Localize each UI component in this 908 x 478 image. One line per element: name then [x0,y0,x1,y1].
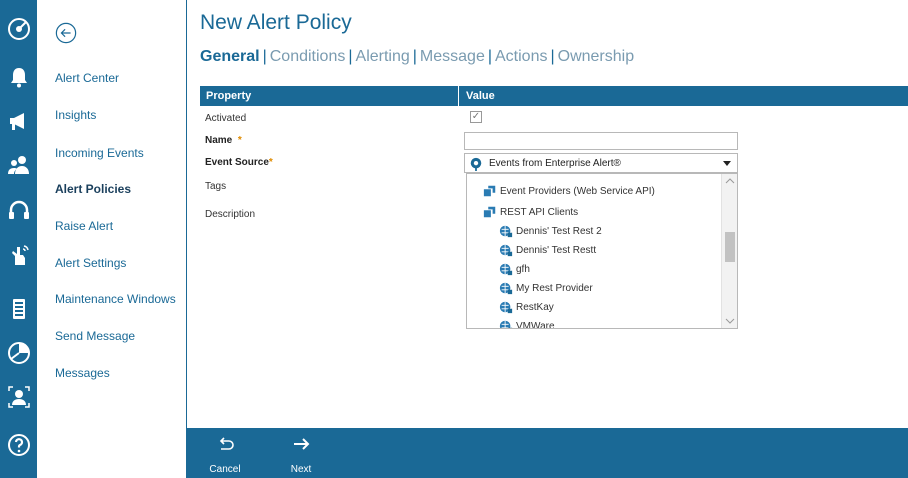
nav-item-alert-center[interactable]: Alert Center [55,71,119,85]
dropdown-item-rest-client[interactable]: VMWare [499,319,555,329]
dropdown-item-event-providers[interactable]: Event Providers (Web Service API) [483,184,655,198]
nav-item-messages[interactable]: Messages [55,366,110,380]
chevron-down-icon[interactable] [723,161,731,166]
dropdown-item-label: Dennis' Test Restt [516,244,597,256]
label-tags: Tags [205,181,227,192]
tab-message[interactable]: Message [420,48,485,65]
tab-separator: | [348,48,353,65]
policy-tabs: General | Conditions | Alerting | Message | Acti… [200,48,634,66]
undo-icon [219,437,234,450]
nav-item-send-message[interactable]: Send Message [55,329,135,343]
nav-item-insights[interactable]: Insights [55,108,96,122]
chevron-down-icon[interactable] [725,317,735,325]
arrow-left-circle-icon [55,22,77,44]
event-source-select[interactable]: Events from Enterprise Alert® [464,153,738,173]
dropdown-item-label: Dennis' Test Rest 2 [516,225,602,237]
header-property: Property [206,90,252,102]
tab-conditions[interactable]: Conditions [270,48,346,65]
arrow-right-icon [294,438,310,450]
globe-icon [499,225,513,238]
tab-alerting[interactable]: Alerting [356,48,410,65]
nav-item-alert-settings[interactable]: Alert Settings [55,256,126,270]
globe-icon [499,263,513,276]
users-icon[interactable] [4,150,33,179]
label-event-source: Event Source [205,157,269,168]
dropdown-item-label: VMWare [516,320,555,329]
globe-icon [499,301,513,314]
dropdown-item-rest-client[interactable]: Dennis' Test Rest 2 [499,224,602,238]
dropdown-item-rest-client[interactable]: RestKay [499,300,554,314]
pie-chart-icon[interactable] [4,338,33,367]
dropdown-item-label: Event Providers (Web Service API) [500,185,655,197]
navigation-menu: Alert Center Insights Incoming Events Al… [37,0,187,478]
bottom-action-bar: Cancel Next [187,428,908,478]
next-label: Next [290,464,312,475]
hand-signal-icon[interactable] [4,240,33,269]
nav-item-maintenance-windows[interactable]: Maintenance Windows [55,292,176,306]
dropdown-scrollbar[interactable] [721,174,737,328]
nav-item-incoming-events[interactable]: Incoming Events [55,146,144,160]
tab-separator: | [550,48,555,65]
nav-item-alert-policies[interactable]: Alert Policies [55,182,131,196]
dropdown-item-rest-client[interactable]: Dennis' Test Restt [499,243,596,257]
label-name-row: Name * [205,135,242,146]
property-table-header: Property Value [200,86,908,106]
globe-icon [499,282,513,295]
name-input[interactable] [464,132,738,150]
required-mark: * [237,135,242,146]
globe-icon [499,244,513,257]
tab-general[interactable]: General [200,48,260,65]
server-icon[interactable] [4,294,33,323]
label-activated: Activated [205,113,247,124]
dropdown-item-rest-client[interactable]: My Rest Provider [499,281,593,295]
header-value: Value [466,90,495,102]
event-source-dropdown-list: Event Providers (Web Service API) REST A… [466,173,738,329]
event-source-selected: Events from Enterprise Alert® [489,158,621,169]
satellite-dish-icon[interactable] [4,14,33,43]
activated-checkbox[interactable]: ✓ [470,111,482,123]
bell-icon[interactable] [4,62,33,91]
headset-icon[interactable] [4,196,33,225]
dropdown-item-label: RestKay [516,301,554,313]
dropdown-item-rest-api-clients[interactable]: REST API Clients [483,205,578,219]
tab-actions[interactable]: Actions [495,48,547,65]
cancel-label: Cancel [209,464,241,475]
required-mark: * [268,157,273,168]
label-description: Description [205,209,256,220]
label-name: Name [205,135,233,146]
icon-rail [0,0,37,478]
chevron-up-icon[interactable] [725,177,735,185]
provider-icon [483,206,496,218]
tab-separator: | [487,48,492,65]
megaphone-icon[interactable] [4,106,33,135]
cancel-button[interactable]: Cancel [203,428,247,478]
page-title: New Alert Policy [200,11,352,34]
back-button[interactable] [55,22,77,44]
help-icon[interactable] [4,430,33,459]
provider-icon [483,185,496,197]
dropdown-item-rest-client[interactable]: gfh [499,262,530,276]
tab-separator: | [412,48,417,65]
tab-ownership[interactable]: Ownership [558,48,634,65]
dropdown-item-label: REST API Clients [500,206,579,218]
label-event-source-row: Event Source* [205,157,273,168]
globe-icon [499,320,513,328]
enterprise-alert-icon [470,157,482,171]
scrollbar-thumb[interactable] [725,232,735,262]
tab-separator: | [262,48,267,65]
header-divider [458,86,459,106]
next-button[interactable]: Next [279,428,323,478]
dropdown-item-label: gfh [516,263,530,275]
dropdown-item-label: My Rest Provider [516,282,593,294]
nav-item-raise-alert[interactable]: Raise Alert [55,219,113,233]
user-focus-icon[interactable] [4,382,33,411]
